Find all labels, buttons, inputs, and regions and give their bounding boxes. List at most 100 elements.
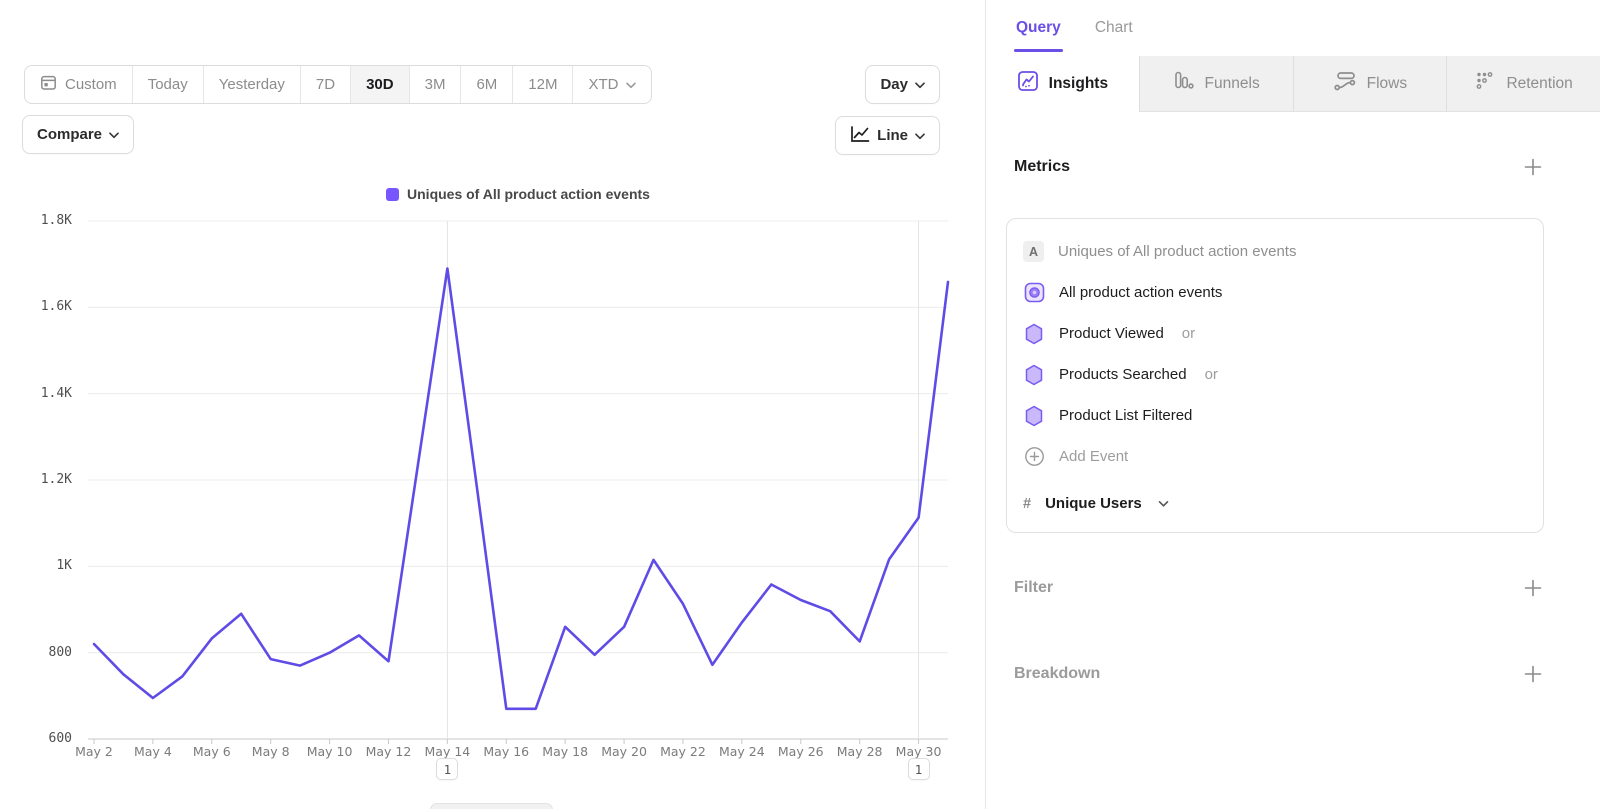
query-builder-content: Metrics A Uniques of All product action … xyxy=(986,156,1600,685)
range-button-3m[interactable]: 3M xyxy=(409,66,461,103)
line-chart-svg xyxy=(88,221,948,739)
event-row[interactable]: Product Viewed or xyxy=(1007,313,1543,354)
range-label: Today xyxy=(148,76,188,93)
add-breakdown-button[interactable] xyxy=(1522,663,1544,685)
add-event-label: Add Event xyxy=(1059,448,1128,465)
chart-pane: CustomTodayYesterday7D30D3M6M12MXTD Day … xyxy=(0,0,985,809)
annotation-badge[interactable]: 1 xyxy=(908,758,930,780)
line-chart-plot xyxy=(88,221,948,739)
range-label: XTD xyxy=(588,76,618,93)
range-label: 6M xyxy=(476,76,497,93)
chevron-down-icon xyxy=(915,127,925,144)
pane-header: Query Chart xyxy=(986,0,1600,56)
date-range-segmented-control: Custom Today Yesterday 7D 30D 3M 6M 12M XTD xyxy=(24,65,652,104)
event-operator-label: or xyxy=(1182,325,1195,342)
builder-tab-insights[interactable]: Insights xyxy=(986,56,1139,112)
range-button-12m[interactable]: 12M xyxy=(512,66,572,103)
hexagon-icon xyxy=(1023,405,1045,427)
range-button-6m[interactable]: 6M xyxy=(460,66,512,103)
event-label: Products Searched xyxy=(1059,366,1187,383)
query-pane: Query Chart Insights Funnels Flows Retention… xyxy=(985,0,1600,809)
range-label: 7D xyxy=(316,76,335,93)
annotation-badge[interactable]: 1 xyxy=(436,758,458,780)
y-tick-label: 1.8K xyxy=(10,213,72,228)
metrics-title: Metrics xyxy=(1014,158,1070,176)
y-tick-label: 1K xyxy=(10,558,72,573)
y-tick-label: 1.6K xyxy=(10,299,72,314)
event-label: Product List Filtered xyxy=(1059,407,1192,424)
add-circle-icon xyxy=(1023,446,1045,467)
measure-dropdown[interactable]: # Unique Users xyxy=(1007,483,1543,524)
builder-tab-retention[interactable]: Retention xyxy=(1446,56,1600,112)
insights-icon xyxy=(1017,70,1039,97)
event-row[interactable]: All product action events xyxy=(1007,272,1543,313)
range-button-xtd[interactable]: XTD xyxy=(572,66,651,103)
granularity-label: Day xyxy=(880,76,908,93)
range-button-7d[interactable]: 7D xyxy=(300,66,350,103)
filter-title: Filter xyxy=(1014,579,1053,597)
chart-legend: Uniques of All product action events xyxy=(88,186,948,202)
series-line xyxy=(94,269,948,709)
line-chart-icon xyxy=(850,125,870,147)
builder-tab-funnels[interactable]: Funnels xyxy=(1139,56,1293,112)
legend-swatch xyxy=(386,188,399,201)
range-label: Custom xyxy=(65,76,117,93)
y-tick-label: 1.4K xyxy=(10,386,72,401)
chart-type-label: Line xyxy=(877,127,908,144)
chevron-down-icon xyxy=(626,76,636,93)
pane-tab-chart[interactable]: Chart xyxy=(1095,0,1133,56)
hexagon-icon xyxy=(1023,323,1045,345)
retention-icon xyxy=(1474,70,1496,97)
range-label: 30D xyxy=(366,76,394,93)
chevron-down-icon xyxy=(109,126,119,143)
chevron-down-icon xyxy=(915,76,925,93)
y-tick-label: 800 xyxy=(10,645,72,660)
legend-item[interactable]: Uniques of All product action events xyxy=(386,186,650,202)
calendar-icon xyxy=(40,74,57,95)
event-list: All product action events Product Viewed o… xyxy=(1007,272,1543,436)
range-button-today[interactable]: Today xyxy=(132,66,203,103)
measure-label: Unique Users xyxy=(1045,495,1142,512)
all-events-icon xyxy=(1023,282,1045,303)
bottom-partial-element xyxy=(430,803,553,809)
flows-icon xyxy=(1333,70,1357,97)
range-button-30d[interactable]: 30D xyxy=(350,66,409,103)
builder-tab-label: Retention xyxy=(1506,75,1572,93)
chart-type-dropdown[interactable]: Line xyxy=(835,116,940,155)
event-row[interactable]: Product List Filtered xyxy=(1007,395,1543,436)
granularity-dropdown[interactable]: Day xyxy=(865,65,940,104)
compare-label: Compare xyxy=(37,126,102,143)
legend-label: Uniques of All product action events xyxy=(407,186,650,202)
filter-section-row: Filter xyxy=(1006,577,1544,599)
breakdown-section-row: Breakdown xyxy=(1006,663,1544,685)
x-tick-label: May 30 xyxy=(884,744,954,759)
metrics-header-row: Metrics xyxy=(1006,156,1544,178)
add-event-button[interactable]: Add Event xyxy=(1007,436,1543,477)
metric-summary-row[interactable]: A Uniques of All product action events xyxy=(1007,231,1543,272)
range-button-yesterday[interactable]: Yesterday xyxy=(203,66,300,103)
builder-tab-label: Flows xyxy=(1367,75,1407,93)
event-operator-label: or xyxy=(1205,366,1218,383)
builder-tab-label: Insights xyxy=(1049,75,1108,93)
pane-tab-query[interactable]: Query xyxy=(1016,0,1061,56)
add-filter-button[interactable] xyxy=(1522,577,1544,599)
funnels-icon xyxy=(1173,70,1195,97)
builder-tab-flows[interactable]: Flows xyxy=(1293,56,1447,112)
event-row[interactable]: Products Searched or xyxy=(1007,354,1543,395)
metric-card: A Uniques of All product action events A… xyxy=(1006,218,1544,533)
range-label: 3M xyxy=(425,76,446,93)
range-label: 12M xyxy=(528,76,557,93)
compare-dropdown[interactable]: Compare xyxy=(22,115,134,154)
breakdown-title: Breakdown xyxy=(1014,665,1100,683)
hash-icon: # xyxy=(1023,496,1031,512)
builder-tab-label: Funnels xyxy=(1205,75,1260,93)
add-metric-button[interactable] xyxy=(1522,156,1544,178)
range-button-custom[interactable]: Custom xyxy=(25,66,132,103)
metric-letter-badge: A xyxy=(1023,241,1044,262)
analytics-app: CustomTodayYesterday7D30D3M6M12MXTD Day … xyxy=(0,0,1600,809)
range-label: Yesterday xyxy=(219,76,285,93)
y-tick-label: 1.2K xyxy=(10,472,72,487)
chevron-down-icon xyxy=(1158,495,1169,513)
event-label: Product Viewed xyxy=(1059,325,1164,342)
metric-summary-label: Uniques of All product action events xyxy=(1058,243,1296,260)
